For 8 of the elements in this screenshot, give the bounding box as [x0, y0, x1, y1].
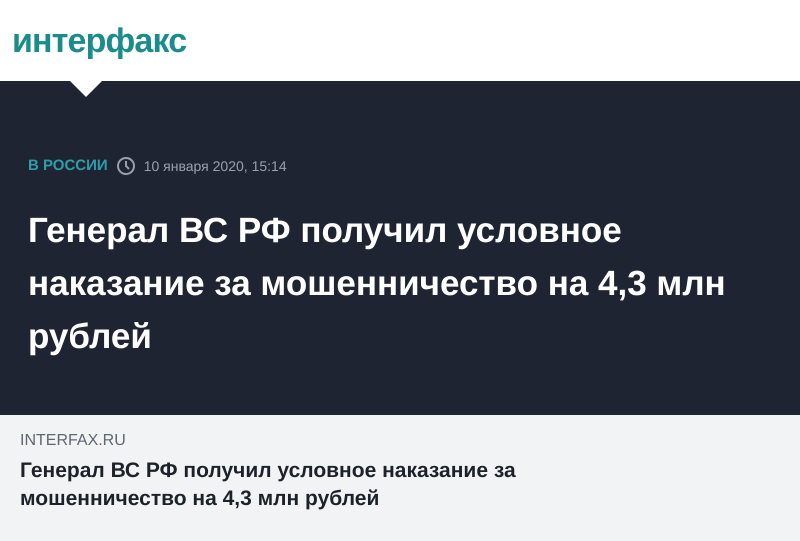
site-logo[interactable]: интерфакс [12, 24, 186, 58]
link-preview[interactable]: INTERFAX.RU Генерал ВС РФ получил условное наказание за мошенничество на 4,3 млн рублей [0, 415, 800, 541]
category-link[interactable]: В РОССИИ [28, 155, 108, 178]
preview-domain: INTERFAX.RU [20, 431, 127, 451]
article-headline: Генерал ВС РФ получил условное наказание за мошенничество на 4,3 млн рублей [28, 210, 727, 358]
clock-icon [116, 156, 136, 176]
preview-title: Генерал ВС РФ получил условное наказание за мошенничество на 4,3 млн рублей [20, 458, 517, 512]
article-date: 10 января 2020, 15:14 [144, 156, 287, 176]
